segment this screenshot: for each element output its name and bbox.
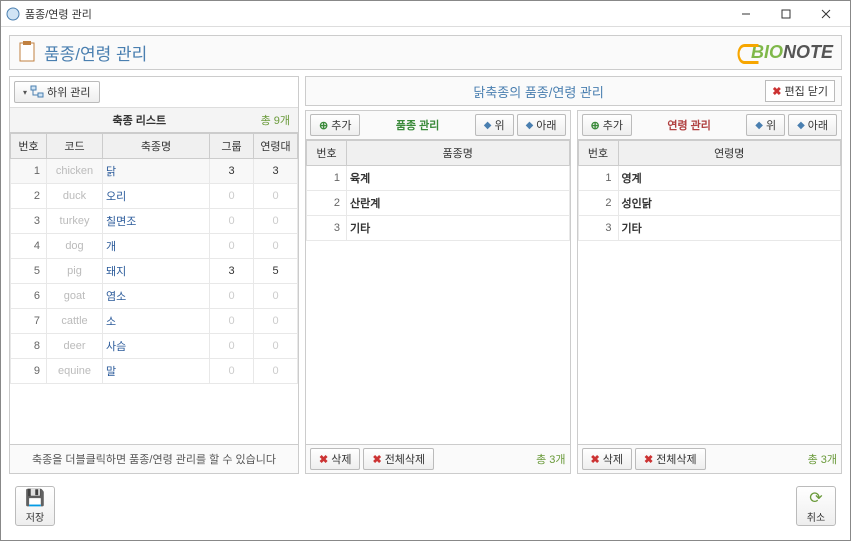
right-header: 닭축종의 품종/연령 관리 ✖ 편집 닫기 [305,76,842,106]
breed-delete-button[interactable]: ✖삭제 [310,448,360,470]
table-row[interactable]: 3turkey칠면조00 [11,209,298,234]
table-row[interactable]: 8deer사슴00 [11,334,298,359]
age-delete-all-button[interactable]: ✖전체삭제 [635,448,706,470]
x-icon: ✖ [644,453,653,466]
age-col-name[interactable]: 연령명 [618,141,841,166]
table-row[interactable]: 6goat염소00 [11,284,298,309]
age-add-button[interactable]: ⊕추가 [582,114,632,136]
table-row[interactable]: 1영계 [578,166,841,191]
close-icon: ✖ [772,85,781,98]
save-icon: 💾 [25,488,45,508]
dropdown-arrow-icon: ▾ [23,88,27,97]
breed-col-no[interactable]: 번호 [307,141,347,166]
bottom-bar: 💾 저장 ⟳ 취소 [9,480,842,532]
table-row[interactable]: 9equine말00 [11,359,298,384]
tree-icon [30,85,44,99]
close-edit-label: 편집 닫기 [784,83,828,99]
sub-manage-label: 하위 관리 [47,84,91,100]
chevron-up-icon: ◆ [755,120,763,131]
chevron-up-icon: ◆ [484,120,492,131]
close-button[interactable] [806,2,846,26]
age-down-button[interactable]: ◆아래 [788,114,837,136]
plus-icon: ⊕ [319,119,328,132]
species-list-title: 축종 리스트 [18,112,261,128]
breed-count: 총 3개 [536,451,565,467]
x-icon: ✖ [372,453,381,466]
col-name[interactable]: 축종명 [103,134,210,159]
table-row[interactable]: 2산란계 [307,191,570,216]
table-row[interactable]: ▶1chicken닭33 [11,159,298,184]
age-grid[interactable]: 번호 연령명 1영계2성인닭3기타 [578,140,842,444]
sub-toolbar: ▾ 하위 관리 [10,77,298,108]
col-group[interactable]: 그룹 [210,134,254,159]
species-panel: ▾ 하위 관리 축종 리스트 총 9개 번호 코드 축종명 [9,76,299,474]
species-grid[interactable]: 번호 코드 축종명 그룹 연령대 ▶1chicken닭332duck오리003t… [10,133,298,444]
breed-grid[interactable]: 번호 품종명 1육계2산란계3기타 [306,140,570,444]
age-panel: ⊕추가 연령 관리 ◆위 ◆아래 번호 연령명 1영계2성인닭3기타 [577,110,843,474]
app-window: 품종/연령 관리 품종/연령 관리 BIONOTE ▾ 하위 관리 [0,0,851,541]
window-title: 품종/연령 관리 [25,6,726,22]
species-title-row: 축종 리스트 총 9개 [10,108,298,133]
species-hint: 축종을 더블클릭하면 품종/연령 관리를 할 수 있습니다 [10,444,298,473]
sub-panels: ⊕추가 품종 관리 ◆위 ◆아래 번호 품종명 1육계2산란계3기타 [305,110,842,474]
content: 품종/연령 관리 BIONOTE ▾ 하위 관리 축종 리스트 총 9개 [1,27,850,540]
age-count: 총 3개 [808,451,837,467]
titlebar: 품종/연령 관리 [1,1,850,27]
plus-icon: ⊕ [591,119,600,132]
sub-manage-button[interactable]: ▾ 하위 관리 [14,81,100,103]
species-count: 총 9개 [261,112,290,128]
table-row[interactable]: 4dog개00 [11,234,298,259]
table-row[interactable]: 1육계 [307,166,570,191]
breed-up-button[interactable]: ◆위 [475,114,514,136]
age-toolbar: ⊕추가 연령 관리 ◆위 ◆아래 [578,111,842,140]
app-icon [5,6,21,22]
chevron-down-icon: ◆ [797,120,805,131]
age-col-no[interactable]: 번호 [578,141,618,166]
breed-toolbar: ⊕추가 품종 관리 ◆위 ◆아래 [306,111,570,140]
right-panel: 닭축종의 품종/연령 관리 ✖ 편집 닫기 ⊕추가 품종 관리 ◆위 [305,76,842,474]
table-row[interactable]: 5pig돼지35 [11,259,298,284]
age-delete-button[interactable]: ✖삭제 [582,448,632,470]
breed-delete-all-button[interactable]: ✖전체삭제 [363,448,434,470]
table-row[interactable]: 2duck오리00 [11,184,298,209]
table-row[interactable]: 7cattle소00 [11,309,298,334]
breed-down-button[interactable]: ◆아래 [517,114,566,136]
page-title-icon [18,41,38,65]
close-edit-button[interactable]: ✖ 편집 닫기 [765,80,835,102]
breed-add-button[interactable]: ⊕추가 [310,114,360,136]
minimize-button[interactable] [726,2,766,26]
page-title: 품종/연령 관리 [18,40,147,65]
brand-logo: BIONOTE [733,42,833,63]
cancel-button[interactable]: ⟳ 취소 [796,486,836,526]
x-icon: ✖ [319,453,328,466]
breed-title: 품종 관리 [396,117,440,133]
right-header-title: 닭축종의 품종/연령 관리 [312,82,765,101]
age-title: 연령 관리 [667,117,711,133]
breed-footer: ✖삭제 ✖전체삭제 총 3개 [306,444,570,473]
col-age[interactable]: 연령대 [254,134,298,159]
save-button[interactable]: 💾 저장 [15,486,55,526]
age-footer: ✖삭제 ✖전체삭제 총 3개 [578,444,842,473]
breed-col-name[interactable]: 품종명 [347,141,570,166]
col-code[interactable]: 코드 [47,134,103,159]
table-row[interactable]: 3기타 [578,216,841,241]
age-up-button[interactable]: ◆위 [746,114,785,136]
breed-panel: ⊕추가 품종 관리 ◆위 ◆아래 번호 품종명 1육계2산란계3기타 [305,110,571,474]
main-area: ▾ 하위 관리 축종 리스트 총 9개 번호 코드 축종명 [9,76,842,474]
page-title-text: 품종/연령 관리 [44,40,147,65]
maximize-button[interactable] [766,2,806,26]
refresh-icon: ⟳ [809,488,822,508]
x-icon: ✖ [591,453,600,466]
col-no[interactable]: 번호 [11,134,47,159]
table-row[interactable]: 2성인닭 [578,191,841,216]
table-row[interactable]: 3기타 [307,216,570,241]
header-row: 품종/연령 관리 BIONOTE [9,35,842,70]
brand-arc-icon [737,44,758,64]
chevron-down-icon: ◆ [526,120,534,131]
